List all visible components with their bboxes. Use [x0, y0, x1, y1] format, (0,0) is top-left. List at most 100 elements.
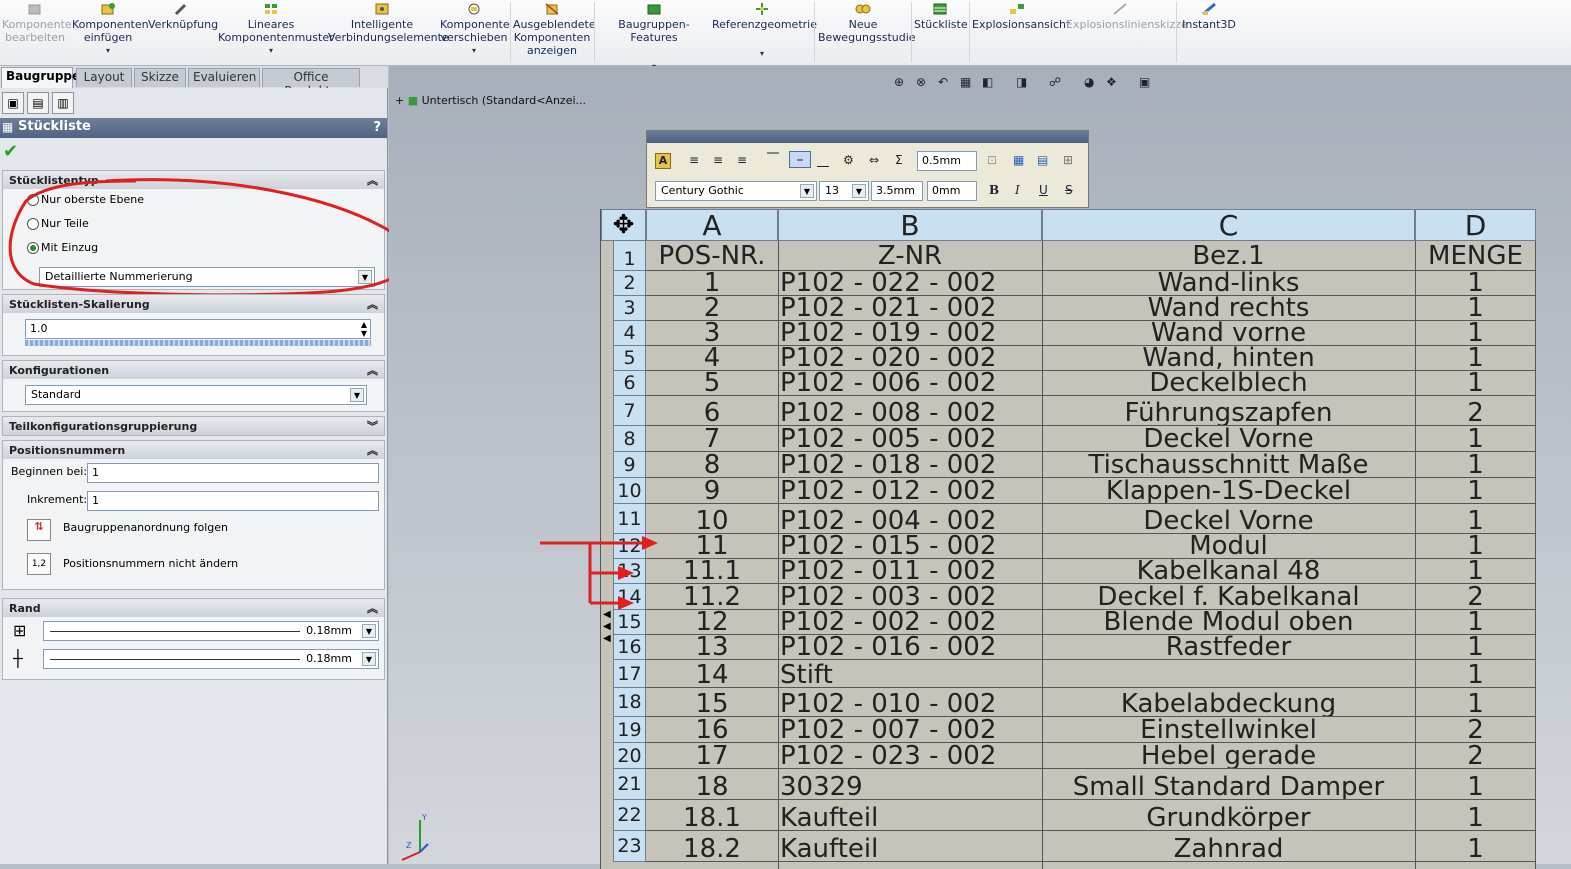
- hide-show-items-icon[interactable]: ☍: [1049, 75, 1065, 89]
- column-header-a[interactable]: A: [646, 209, 778, 242]
- smart-fasteners-button[interactable]: Intelligente Verbindungselemente: [328, 2, 449, 44]
- do-not-change-numbers-button[interactable]: 1,2: [27, 553, 51, 575]
- new-motion-study-button[interactable]: Neue Bewegungsstudie: [818, 2, 916, 44]
- chevron-down-icon[interactable]: ▼: [350, 388, 364, 402]
- table-cell[interactable]: Blende Modul oben: [1042, 609, 1415, 635]
- table-cell[interactable]: 2: [1415, 400, 1536, 426]
- move-table-icon[interactable]: ✥: [601, 209, 646, 241]
- configuration-manager-tab-icon[interactable]: ▥: [52, 92, 74, 114]
- table-cell[interactable]: Deckel Vorne: [1042, 508, 1415, 534]
- row-number[interactable]: 21: [613, 769, 646, 800]
- tab-skizze[interactable]: Skizze: [134, 68, 186, 87]
- dropdown-arrow[interactable]: ▾: [712, 47, 812, 60]
- table-cell[interactable]: 11: [646, 533, 778, 559]
- row-number[interactable]: 18: [613, 688, 646, 717]
- table-cell[interactable]: 1: [1415, 295, 1536, 321]
- table-cell[interactable]: 1: [1415, 452, 1536, 478]
- section-view-icon[interactable]: ▦: [960, 75, 976, 89]
- lock-icon[interactable]: ⊡: [987, 153, 997, 167]
- radio-button[interactable]: [27, 194, 39, 206]
- align-top-icon[interactable]: ⎺: [767, 151, 779, 166]
- table-cell[interactable]: Deckel f. Kabelkanal: [1042, 584, 1415, 610]
- table-cell[interactable]: 2: [646, 295, 778, 321]
- header-cell[interactable]: MENGE: [1415, 243, 1536, 271]
- table-cell[interactable]: 2: [1415, 584, 1536, 610]
- table-cell[interactable]: Wand-links: [1042, 270, 1415, 296]
- table-cell[interactable]: 10: [646, 508, 778, 534]
- scale-slider[interactable]: [25, 340, 371, 346]
- spacing-input[interactable]: 0mm: [927, 181, 977, 201]
- tab-evaluieren[interactable]: Evaluieren: [188, 68, 260, 87]
- chevron-down-icon[interactable]: ▼: [362, 624, 376, 638]
- table-cell[interactable]: 1: [1415, 320, 1536, 346]
- configuration-select[interactable]: Standard ▼: [25, 385, 367, 405]
- header-cell[interactable]: Bez.1: [1042, 243, 1415, 271]
- tab-office-produkte[interactable]: Office Produkte: [262, 68, 360, 98]
- settings-icon[interactable]: ⚙: [843, 153, 854, 167]
- table-cell[interactable]: 9: [646, 478, 778, 504]
- insert-column-icon[interactable]: ▦: [1013, 153, 1024, 167]
- table-cell[interactable]: P102 - 007 - 002: [778, 717, 1042, 743]
- table-cell[interactable]: 30329: [778, 774, 1042, 800]
- tab-baugruppe[interactable]: Baugruppe: [1, 67, 80, 88]
- table-cell[interactable]: P102 - 005 - 002: [778, 426, 1042, 452]
- row-number[interactable]: 14: [613, 584, 646, 610]
- table-cell[interactable]: 7: [646, 426, 778, 452]
- table-cell[interactable]: Tischausschnitt Maße: [1042, 452, 1415, 478]
- group-header[interactable]: Stücklisten-Skalierung ︽: [3, 295, 384, 313]
- row-number[interactable]: 11: [613, 504, 646, 534]
- table-cell[interactable]: Kabelkanal 48: [1042, 558, 1415, 584]
- row-number[interactable]: 15: [613, 610, 646, 635]
- dropdown-arrow[interactable]: ▾: [218, 44, 324, 57]
- chevron-down-icon[interactable]: ▼: [800, 184, 814, 198]
- table-cell[interactable]: 1: [1415, 478, 1536, 504]
- sum-icon[interactable]: Σ: [895, 153, 903, 167]
- insert-components-button[interactable]: Komponenten einfügen ▾: [72, 2, 149, 57]
- row-number[interactable]: 5: [613, 346, 646, 371]
- move-component-button[interactable]: Komponente verschieben ▾: [440, 2, 510, 57]
- follow-assembly-order-button[interactable]: ⇅: [27, 519, 51, 541]
- table-cell[interactable]: 1: [1415, 533, 1536, 559]
- row-number[interactable]: 23: [613, 831, 646, 862]
- underline-button[interactable]: U: [1039, 183, 1048, 197]
- font-size-select[interactable]: 13 ▼: [819, 181, 869, 201]
- table-cell[interactable]: Einstellwinkel: [1042, 717, 1415, 743]
- row-number[interactable]: 3: [613, 296, 646, 321]
- table-cell[interactable]: P102 - 023 - 002: [778, 743, 1042, 769]
- bom-table[interactable]: ✥ A B C D 1 POS-NR. Z-NR Bez.1 MENGE 21P…: [600, 209, 1536, 869]
- table-cell[interactable]: P102 - 003 - 002: [778, 584, 1042, 610]
- table-cell[interactable]: 8: [646, 452, 778, 478]
- mate-button[interactable]: Verknüpfung: [148, 2, 218, 31]
- row-number[interactable]: 17: [613, 660, 646, 688]
- table-cell[interactable]: 18.2: [646, 836, 778, 862]
- table-cell[interactable]: 1: [1415, 836, 1536, 862]
- row-number[interactable]: 1: [613, 241, 646, 271]
- assembly-features-button[interactable]: Baugruppen-Features ▾: [598, 2, 710, 73]
- header-cell[interactable]: POS-NR.: [646, 243, 778, 271]
- row-number[interactable]: 4: [613, 321, 646, 346]
- show-hidden-components-button[interactable]: Ausgeblendete Komponenten anzeigen: [513, 2, 596, 57]
- italic-button[interactable]: I: [1015, 183, 1020, 197]
- table-cell[interactable]: 1: [1415, 774, 1536, 800]
- collapse-icon[interactable]: ︽: [367, 442, 378, 458]
- expand-icon[interactable]: +: [395, 94, 404, 107]
- text-style-icon[interactable]: A: [655, 153, 671, 169]
- column-header-c[interactable]: C: [1042, 209, 1415, 242]
- table-cell[interactable]: Grundkörper: [1042, 805, 1415, 831]
- toolbar-titlebar[interactable]: [647, 131, 1088, 143]
- table-cell[interactable]: Wand rechts: [1042, 295, 1415, 321]
- exploded-view-button[interactable]: Explosionsansicht: [972, 2, 1070, 31]
- table-cell[interactable]: 1: [1415, 662, 1536, 688]
- table-cell[interactable]: 11.1: [646, 558, 778, 584]
- table-cell[interactable]: P102 - 004 - 002: [778, 508, 1042, 534]
- table-cell[interactable]: Deckelblech: [1042, 370, 1415, 396]
- row-number[interactable]: 7: [613, 396, 646, 426]
- table-cell[interactable]: 1: [1415, 426, 1536, 452]
- table-cell[interactable]: Small Standard Damper: [1042, 774, 1415, 800]
- increment-input[interactable]: 1: [87, 491, 379, 511]
- table-cell[interactable]: P102 - 021 - 002: [778, 295, 1042, 321]
- dropdown-arrow[interactable]: ▾: [440, 44, 508, 57]
- radio-button[interactable]: [27, 218, 39, 230]
- table-cell[interactable]: 14: [646, 662, 778, 688]
- explode-line-sketch-button[interactable]: Explosionslinienskizze: [1066, 2, 1188, 31]
